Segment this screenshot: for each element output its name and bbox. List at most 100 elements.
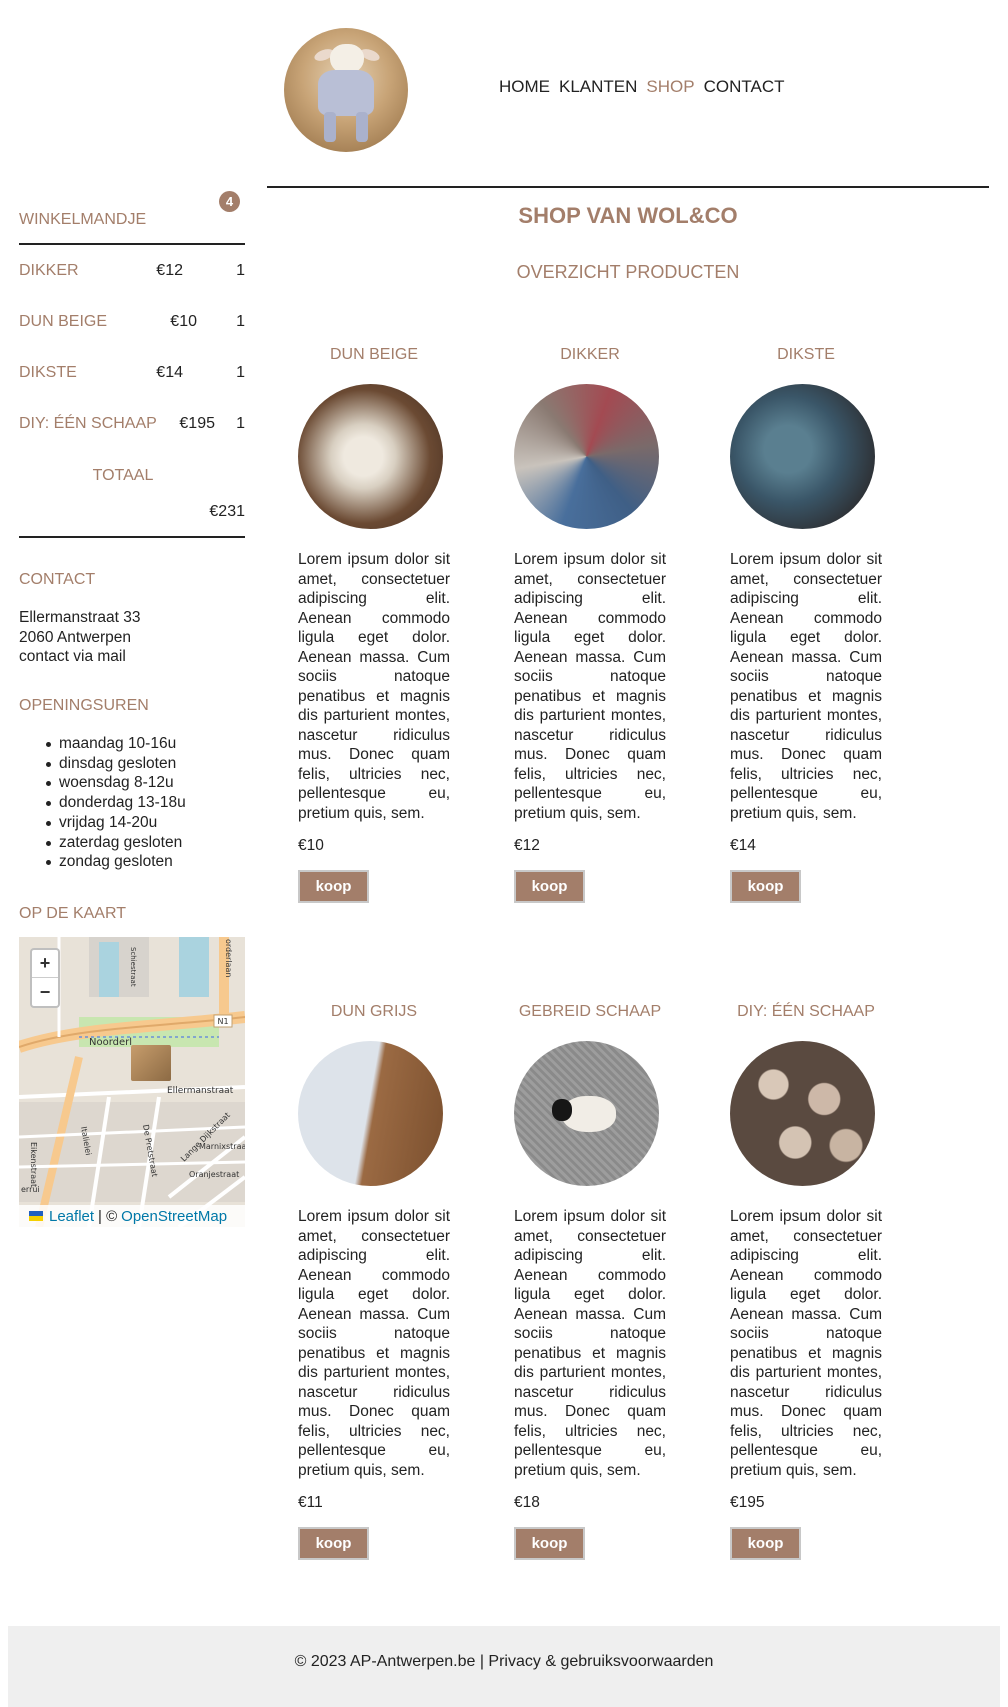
ukraine-flag-icon [29,1211,43,1221]
contact-street: Ellermanstraat 33 [19,609,141,626]
cart-item-price: €10 [170,313,197,330]
lamb-logo-icon[interactable] [284,28,408,152]
hours-item: zondag gesloten [46,852,186,872]
buy-button[interactable]: koop [514,1527,585,1560]
product-price: €195 [730,1494,765,1511]
yarn-colored-image [514,384,659,529]
hours-item: dinsdag gesloten [46,754,186,774]
cart-item-qty: 1 [236,313,245,330]
cart-total-value: €231 [209,503,245,520]
cart-item: DIKKER €12 1 [19,262,245,282]
map-title: OP DE KAART [19,905,126,922]
hours-title: OPENINGSUREN [19,697,149,714]
map-label: Marnixstraat [199,1142,245,1151]
nav-contact[interactable]: CONTACT [704,77,785,97]
product-description: Lorem ipsum dolor sit amet, consectetuer… [514,551,666,822]
footer-text[interactable]: © 2023 AP-Antwerpen.be | Privacy & gebru… [8,1653,1000,1671]
cart-item-name: DUN BEIGE [19,313,108,330]
product-name: DIKKER [560,346,620,363]
product-name: DIKSTE [777,346,835,363]
cart-count-badge: 4 [219,191,240,212]
map-label: Eikenstraat [29,1142,38,1187]
page-subtitle: OVERZICHT PRODUCTEN [516,262,740,282]
map-label: orderlaan [224,939,233,977]
cart-item: DIY: ÉÉN SCHAAP €195 1 [19,415,245,435]
openstreetmap-link[interactable]: OpenStreetMap [121,1208,227,1225]
map-zoom-control: + − [30,948,60,1008]
product-description: Lorem ipsum dolor sit amet, consectetuer… [730,551,882,822]
cart-item-name: DIKSTE [19,364,77,381]
product-card: DIKKER Lorem ipsum dolor sit amet, conse… [514,346,666,903]
map-attribution: Leaflet | © OpenStreetMap [19,1205,245,1227]
product-card: GEBREID SCHAAP Lorem ipsum dolor sit ame… [514,1003,666,1560]
buy-button[interactable]: koop [730,1527,801,1560]
cart-item-name: DIKKER [19,262,79,279]
product-price: €10 [298,837,324,854]
product-price: €18 [514,1494,540,1511]
product-price: €11 [298,1494,323,1511]
yarn-beige-image [298,384,443,529]
hours-list: maandag 10-16u dinsdag gesloten woensdag… [46,734,186,872]
page-title: SHOP VAN WOL&CO [518,203,738,228]
nav-home[interactable]: HOME [499,77,550,97]
buy-button[interactable]: koop [514,870,585,903]
attribution-separator: | © [98,1207,118,1225]
footer: © 2023 AP-Antwerpen.be | Privacy & gebru… [8,1626,1000,1707]
cart-item: DUN BEIGE €10 1 [19,313,245,333]
nav-klanten[interactable]: KLANTEN [559,77,637,97]
cart-item: DIKSTE €14 1 [19,364,245,384]
contact-title: CONTACT [19,571,96,588]
hours-item: zaterdag gesloten [46,833,186,853]
header-divider [267,186,989,188]
hours-item: vrijdag 14-20u [46,813,186,833]
product-card: DIKSTE Lorem ipsum dolor sit amet, conse… [730,346,882,903]
contact-mail-link[interactable]: contact via mail [19,647,140,667]
product-name: DUN GRIJS [330,1003,418,1020]
lamb-body [318,70,374,116]
cart-total-label: TOTAAL [92,467,154,484]
buy-button[interactable]: koop [298,870,369,903]
product-card: DUN GRIJS Lorem ipsum dolor sit amet, co… [298,1003,450,1560]
lamb-leg [324,112,336,142]
yarn-grey-image [298,1041,443,1186]
product-name: DIY: ÉÉN SCHAAP [737,1003,875,1020]
hours-item: woensdag 8-12u [46,773,186,793]
nav-shop[interactable]: SHOP [646,77,694,97]
product-price: €14 [730,837,756,854]
map-label: N1 [217,1017,228,1026]
product-card: DUN BEIGE Lorem ipsum dolor sit amet, co… [298,346,450,903]
buy-button[interactable]: koop [730,870,801,903]
cart-divider-top [19,243,245,245]
cart-item-qty: 1 [236,262,245,279]
map-label: Noorderl [89,1037,132,1048]
product-description: Lorem ipsum dolor sit amet, consectetuer… [298,551,450,822]
yarn-chunky-image [730,384,875,529]
lamb-leg [356,112,368,142]
product-description: Lorem ipsum dolor sit amet, consectetuer… [730,1208,882,1479]
cart-item-qty: 1 [236,415,245,432]
map-label: Oranjestraat [189,1170,239,1179]
map-marker-icon[interactable] [131,1045,171,1081]
location-map[interactable]: N1 Noorderl Ellermanstraat Italielei De … [19,937,245,1227]
cart-divider-bottom [19,536,245,538]
zoom-in-button[interactable]: + [32,950,58,978]
zoom-out-button[interactable]: − [32,978,58,1006]
product-name: GEBREID SCHAAP [518,1003,662,1020]
product-name: DUN BEIGE [329,346,418,363]
product-price: €12 [514,837,540,854]
cart-item-price: €14 [156,364,183,381]
main-nav: HOME KLANTEN SHOP CONTACT [499,77,785,97]
map-label: Ellermanstraat [167,1086,234,1096]
contact-city: 2060 Antwerpen [19,628,132,646]
hours-item: donderdag 13-18u [46,794,186,812]
cart-item-price: €195 [179,415,215,432]
product-description: Lorem ipsum dolor sit amet, consectetuer… [298,1208,450,1479]
hours-item: maandag 10-16u [46,734,186,754]
product-card: DIY: ÉÉN SCHAAP Lorem ipsum dolor sit am… [730,1003,882,1560]
map-label: Schiestraat [129,947,137,987]
cart-item-name: DIY: ÉÉN SCHAAP [19,415,157,432]
leaflet-link[interactable]: Leaflet [49,1208,94,1225]
map-label: errui [21,1185,40,1194]
knitted-sheep-image [514,1041,659,1186]
buy-button[interactable]: koop [298,1527,369,1560]
